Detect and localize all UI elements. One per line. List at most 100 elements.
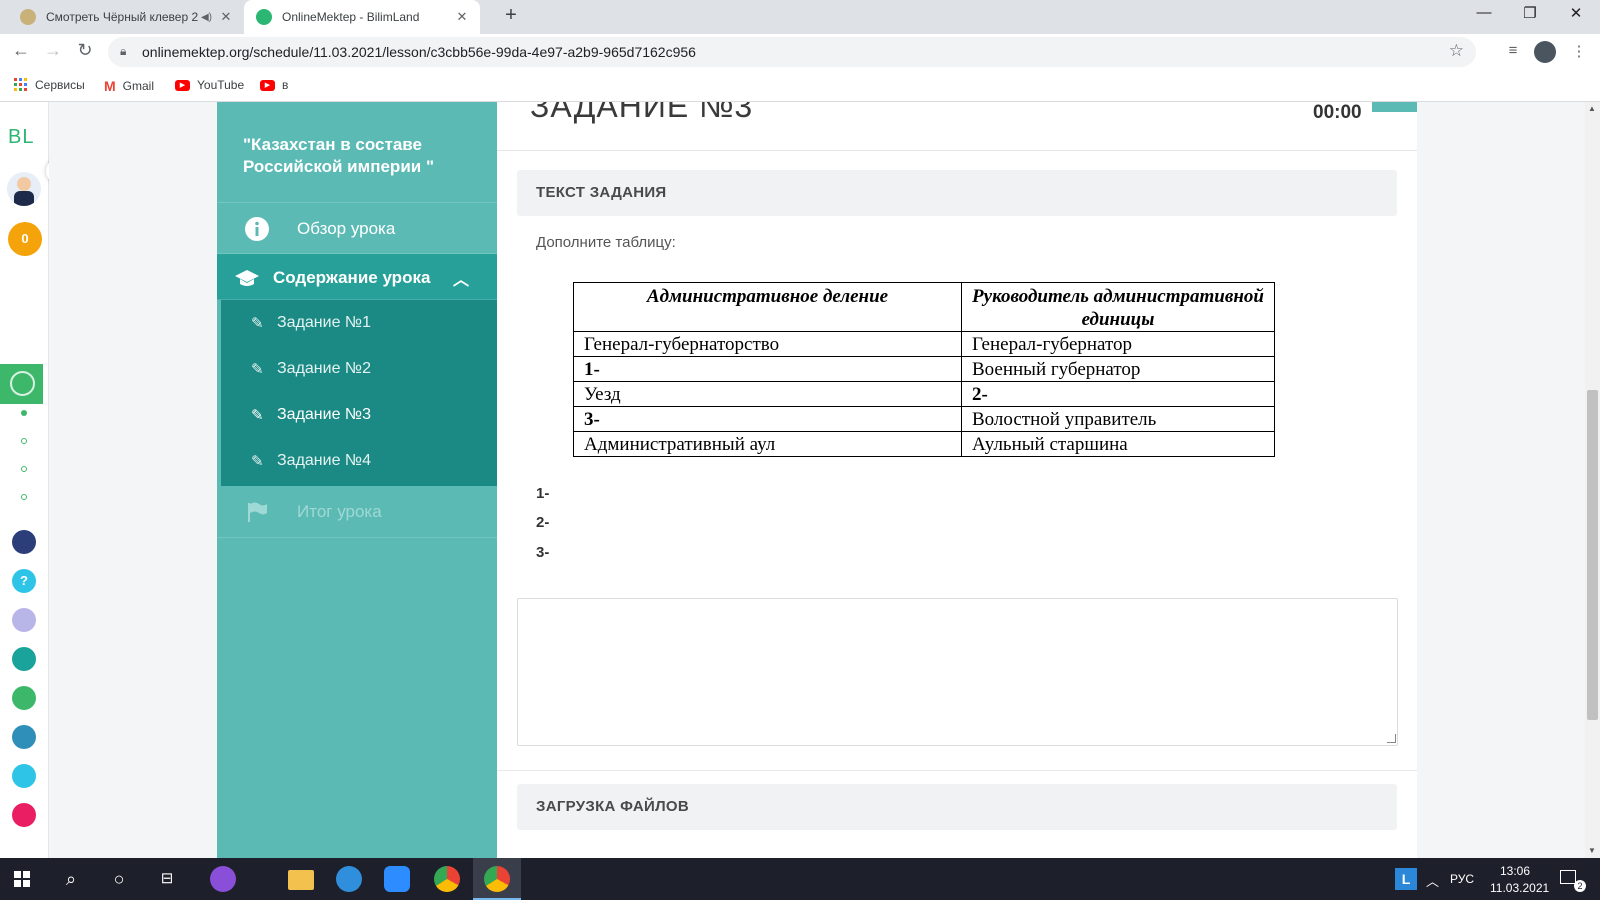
clover-favicon-icon bbox=[20, 9, 36, 25]
restore-window-button[interactable]: ❐ bbox=[1510, 4, 1550, 28]
task-text-section-header: ТЕКСТ ЗАДАНИЯ bbox=[517, 170, 1397, 216]
submenu-task-1[interactable]: ✎ Задание №1 bbox=[221, 300, 497, 346]
table-row: Административный аул Аульный старшина bbox=[573, 431, 1275, 457]
keyboard-language[interactable]: РУС bbox=[1450, 872, 1474, 886]
answer-label-3: 3- bbox=[536, 544, 550, 561]
tab-close-icon[interactable]: ✕ bbox=[452, 9, 472, 25]
bilimland-app-icon[interactable] bbox=[12, 686, 36, 710]
bilimland-favicon-icon bbox=[256, 9, 272, 25]
alice-assistant-icon[interactable] bbox=[210, 866, 236, 892]
page-scrollbar[interactable]: ▲ ▼ bbox=[1585, 102, 1600, 858]
edit-icon: ✎ bbox=[251, 315, 264, 332]
points-badge[interactable]: 0 bbox=[8, 222, 42, 256]
minimize-window-button[interactable]: — bbox=[1464, 4, 1504, 28]
table-row: Уезд 2- bbox=[573, 381, 1275, 407]
chrome-icon bbox=[484, 866, 510, 892]
close-window-button[interactable]: ✕ bbox=[1556, 4, 1596, 28]
section-title: ТЕКСТ ЗАДАНИЯ bbox=[536, 184, 667, 201]
language-app-icon[interactable]: L bbox=[1395, 868, 1417, 890]
chrome-icon[interactable] bbox=[434, 866, 460, 892]
bookmark-youtube[interactable]: ▶ YouTube bbox=[175, 78, 244, 92]
submenu-task-label: Задание №1 bbox=[277, 314, 371, 331]
back-arrow-icon[interactable]: ← bbox=[8, 40, 34, 64]
bookmark-gmail[interactable]: M Gmail bbox=[104, 78, 154, 94]
smart-nation-icon[interactable] bbox=[12, 530, 36, 554]
user-avatar[interactable] bbox=[7, 172, 41, 206]
chevron-up-icon[interactable]: ︿ bbox=[453, 266, 469, 290]
submenu-task-4[interactable]: ✎ Задание №4 bbox=[221, 438, 497, 484]
answer-textarea[interactable] bbox=[517, 598, 1398, 746]
rail-dot-icon[interactable] bbox=[21, 466, 27, 472]
zoom-app-icon[interactable] bbox=[384, 866, 410, 892]
speaker-muted-icon[interactable]: ◀︎) bbox=[201, 12, 212, 23]
task-title: ЗАДАНИЕ №3 bbox=[530, 102, 754, 124]
chrome-active-window-button[interactable] bbox=[473, 858, 521, 900]
media-control-icon[interactable]: ≡ bbox=[1502, 42, 1524, 62]
bookmark-services[interactable]: Сервисы bbox=[14, 78, 85, 92]
flag-icon bbox=[248, 502, 267, 522]
address-bar[interactable]: 🔒︎ onlinemektep.org/schedule/11.03.2021/… bbox=[108, 37, 1476, 67]
notification-center-icon[interactable] bbox=[1560, 870, 1576, 884]
submenu-task-3[interactable]: ✎ Задание №3 bbox=[221, 392, 497, 438]
clock-time[interactable]: 13:06 bbox=[1500, 864, 1530, 878]
task-timer: 00:00 bbox=[1313, 102, 1362, 123]
reload-icon[interactable]: ↻ bbox=[72, 40, 98, 64]
bookmark-label: Gmail bbox=[122, 79, 155, 93]
browser-tab-strip: Смотреть Чёрный клевер 2 ◀︎) ✕ OnlineMek… bbox=[0, 0, 1600, 34]
browser-tab-anime[interactable]: Смотреть Чёрный клевер 2 ◀︎) ✕ bbox=[8, 0, 244, 34]
cortana-circle-icon[interactable]: ○ bbox=[106, 866, 132, 892]
bilim-book-icon[interactable] bbox=[12, 725, 36, 749]
submenu-task-2[interactable]: ✎ Задание №2 bbox=[221, 346, 497, 392]
table-header-row: Административное деление Руководитель ад… bbox=[573, 282, 1275, 332]
new-tab-button[interactable]: + bbox=[499, 4, 523, 30]
lesson-sidebar: "Казахстан в составе Российской империи … bbox=[217, 102, 497, 858]
sidebar-item-result[interactable]: Итог урока bbox=[217, 486, 497, 538]
online-mektep-rail-item[interactable] bbox=[0, 364, 43, 404]
bookmark-youtube-channel[interactable]: ▶ в bbox=[260, 78, 288, 92]
scroll-down-arrow-icon[interactable]: ▼ bbox=[1588, 846, 1596, 855]
profile-avatar[interactable] bbox=[1534, 41, 1556, 63]
bookmark-star-icon[interactable]: ☆ bbox=[1449, 41, 1464, 61]
task-table: Административное деление Руководитель ад… bbox=[573, 282, 1275, 457]
table-cell-blank: 2- bbox=[961, 381, 1275, 407]
sidebar-item-content[interactable]: Содержание урока ︿ bbox=[217, 254, 497, 300]
table-row: 3- Волостной управитель bbox=[573, 406, 1275, 432]
tab-close-icon[interactable]: ✕ bbox=[216, 9, 236, 25]
task-instruction: Дополните таблицу: bbox=[536, 234, 676, 251]
tests-icon[interactable] bbox=[12, 764, 36, 788]
scroll-up-arrow-icon[interactable]: ▲ bbox=[1588, 104, 1596, 113]
forward-arrow-icon[interactable]: → bbox=[40, 40, 66, 64]
edit-icon: ✎ bbox=[251, 407, 264, 424]
bookmark-label: в bbox=[282, 78, 289, 92]
table-row: 1- Военный губернатор bbox=[573, 356, 1275, 382]
windows-start-icon[interactable] bbox=[14, 871, 30, 887]
tab-title: Смотреть Чёрный клевер 2 bbox=[46, 10, 199, 24]
table-cell: Генерал-губернатор bbox=[961, 331, 1275, 357]
table-row: Генерал-губернаторство Генерал-губернато… bbox=[573, 331, 1275, 357]
sidebar-item-label: Содержание урока bbox=[273, 268, 431, 287]
header-divider bbox=[497, 150, 1417, 151]
rail-dot-icon[interactable] bbox=[21, 410, 27, 416]
task-view-icon[interactable]: ⊟ bbox=[154, 866, 180, 892]
help-question-icon[interactable]: ? bbox=[12, 569, 36, 593]
clock-date[interactable]: 11.03.2021 bbox=[1490, 881, 1549, 895]
search-icon[interactable]: ⌕ bbox=[58, 866, 84, 892]
answer-label-1: 1- bbox=[536, 485, 550, 502]
menu-kebab-icon[interactable]: ⋮ bbox=[1568, 42, 1590, 62]
resize-grip-icon[interactable] bbox=[1387, 734, 1396, 743]
twig-icon[interactable] bbox=[12, 803, 36, 827]
file-explorer-icon[interactable] bbox=[288, 870, 314, 890]
rail-dot-icon[interactable] bbox=[21, 438, 27, 444]
page-viewport: BL › 0 ? "Казахстан в составе Российской… bbox=[0, 102, 1600, 858]
sidebar-item-overview[interactable]: Обзор урока bbox=[217, 202, 497, 254]
edge-browser-icon[interactable] bbox=[336, 866, 362, 892]
url-text[interactable]: onlinemektep.org/schedule/11.03.2021/les… bbox=[142, 44, 696, 60]
library-icon[interactable] bbox=[12, 608, 36, 632]
bilimland-logo[interactable]: BL bbox=[8, 126, 34, 149]
bilim-class-icon[interactable] bbox=[12, 647, 36, 671]
scrollbar-thumb[interactable] bbox=[1587, 390, 1598, 720]
submenu-task-label: Задание №2 bbox=[277, 360, 371, 377]
tray-overflow-chevron-icon[interactable]: ︿ bbox=[1426, 871, 1439, 890]
browser-tab-onlinemektep[interactable]: OnlineMektep - BilimLand ✕ bbox=[244, 0, 480, 34]
rail-dot-icon[interactable] bbox=[21, 494, 27, 500]
